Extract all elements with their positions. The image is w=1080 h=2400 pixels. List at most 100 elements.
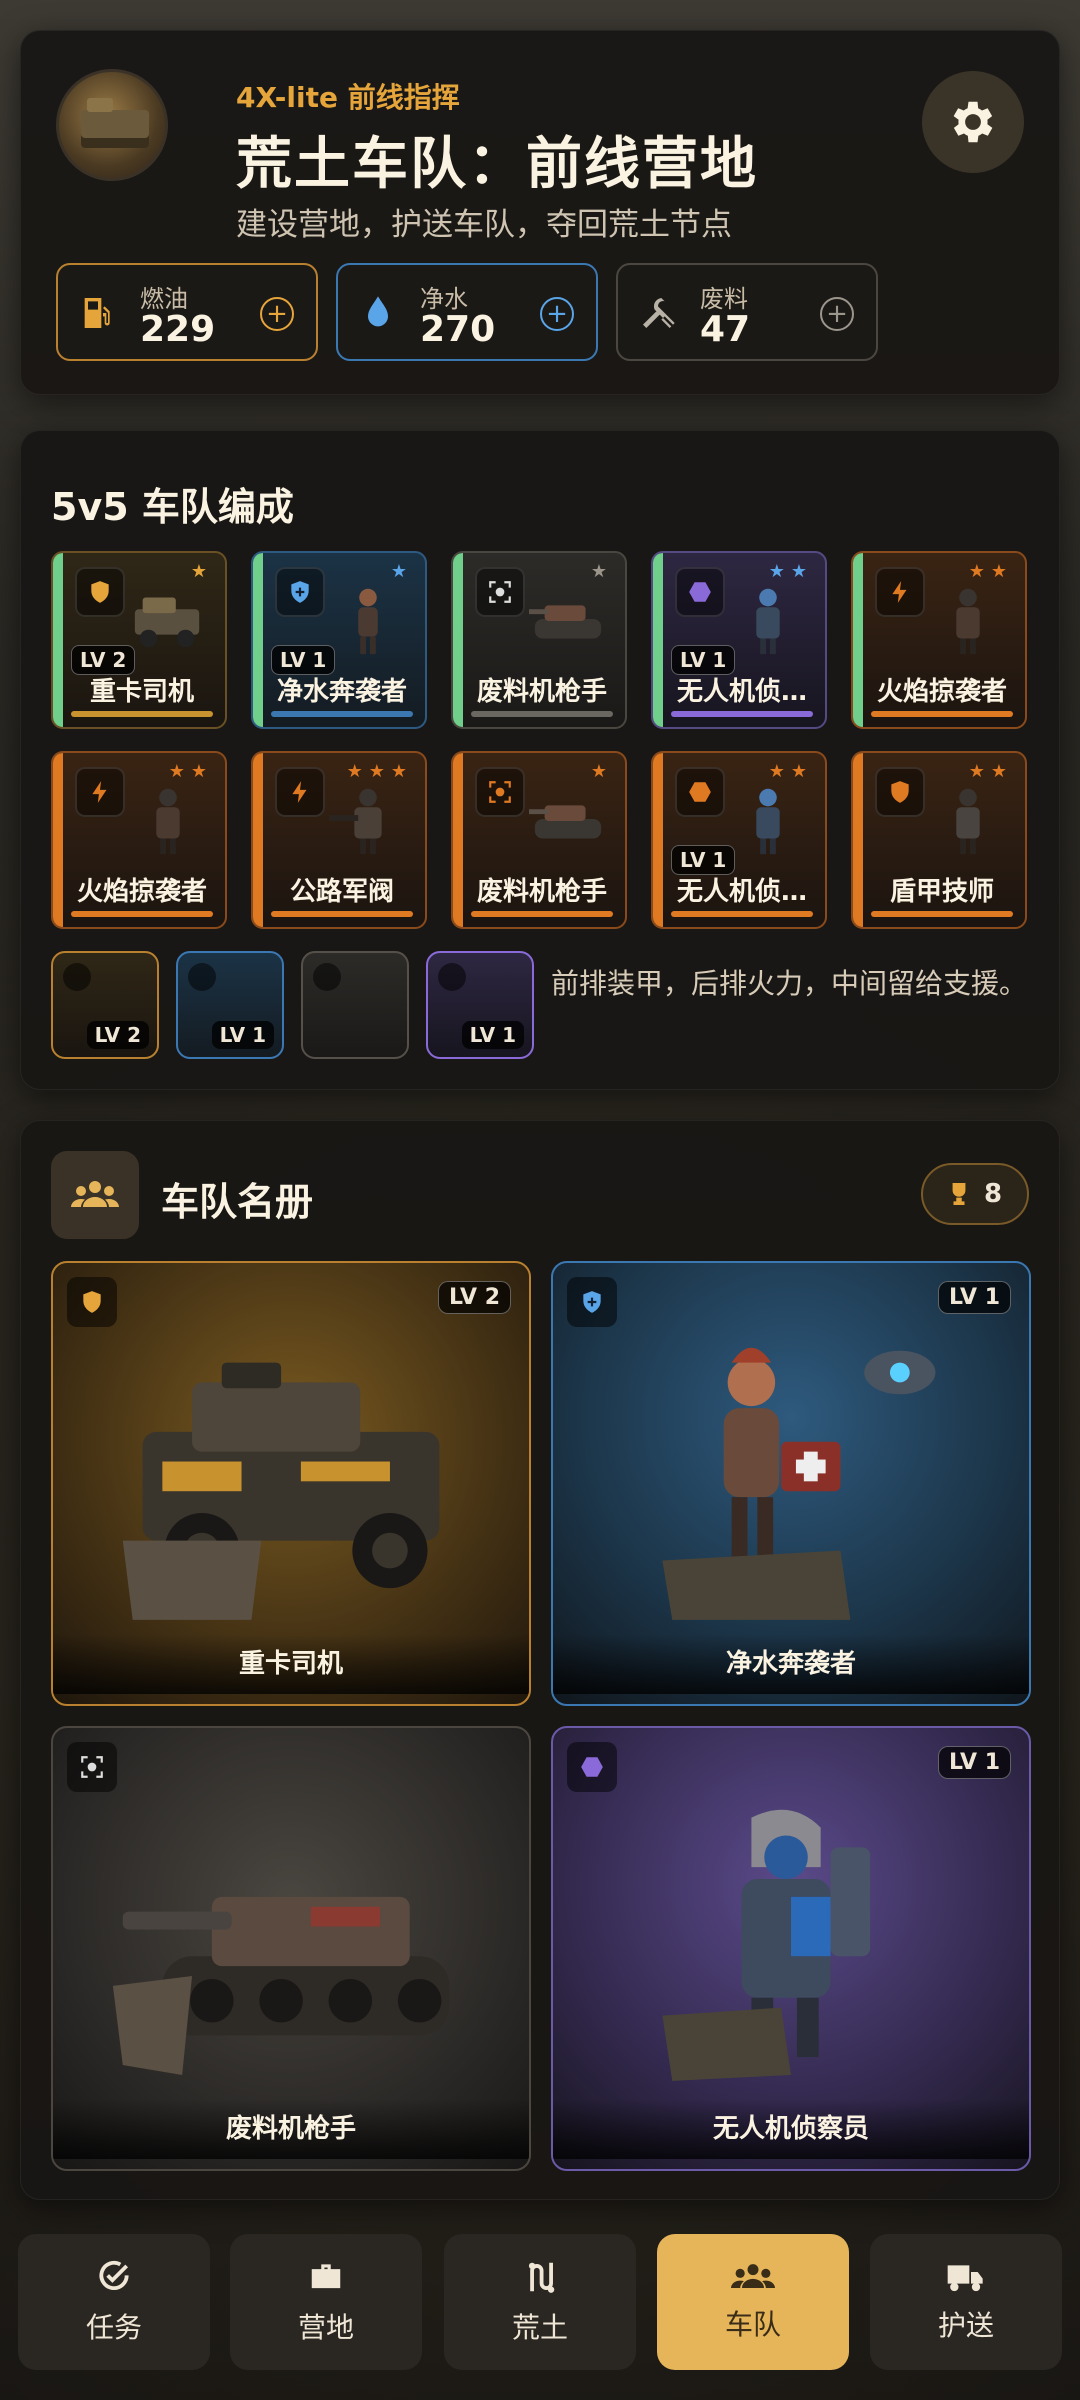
scrap-tank-illustration (112, 1896, 450, 2075)
warlord-unit-icon (329, 788, 382, 855)
shield-icon (67, 1277, 117, 1327)
resource-water[interactable]: 净水 270 + (336, 263, 598, 361)
unit-level: LV 2 (86, 1021, 149, 1049)
flame-raider-unit-icon (956, 588, 980, 655)
shield-plus-icon (188, 963, 216, 991)
bench-slot[interactable] (301, 951, 409, 1059)
add-scrap-button[interactable]: + (820, 297, 854, 331)
raider-unit-icon (358, 588, 378, 655)
hexagon-icon (675, 567, 725, 617)
flame-raider-unit-icon (156, 788, 180, 855)
nav-wasteland[interactable]: 荒土 (444, 2234, 636, 2370)
shield-icon (875, 767, 925, 817)
nav-label: 护送 (937, 2309, 994, 2342)
unit-name: 无人机侦… (676, 877, 807, 907)
formation-title: 5v5 车队编成 (51, 485, 294, 529)
check-circle-icon (99, 2260, 129, 2291)
route-icon (528, 2262, 555, 2293)
roster-card[interactable]: LV 1 无人机侦察员 (551, 1726, 1031, 2171)
tools-icon (643, 298, 675, 328)
water-raider-illustration (662, 1347, 936, 1620)
page-description: 建设营地，护送车队，夺回荒土节点 (236, 207, 732, 243)
bolt-icon (875, 567, 925, 617)
add-water-button[interactable]: + (540, 297, 574, 331)
formation-slot[interactable]: ★★ 火焰掠袭者 (51, 751, 227, 929)
formation-slot[interactable]: ★★ 火焰掠袭者 (851, 551, 1027, 729)
nav-convoy[interactable]: 车队 (657, 2234, 849, 2370)
formation-slot[interactable]: ★ LV 1 净水奔袭者 (251, 551, 427, 729)
unit-name: 废料机枪手 (476, 677, 607, 707)
unit-level: LV 1 (461, 1021, 524, 1049)
fuel-icon (84, 298, 110, 328)
camp-avatar[interactable] (56, 69, 168, 181)
drone-scout-unit-icon (756, 588, 780, 655)
bench-slot[interactable]: LV 2 (51, 951, 159, 1059)
nav-label: 营地 (297, 2311, 354, 2344)
roster-card[interactable]: LV 1 净水奔袭者 (551, 1261, 1031, 1706)
unit-name: 无人机侦察员 (553, 2099, 1029, 2159)
nav-label: 任务 (85, 2311, 142, 2344)
unit-name: 火焰掠袭者 (876, 677, 1007, 707)
hexagon-icon (438, 963, 466, 991)
nav-camp[interactable]: 营地 (230, 2234, 422, 2370)
formation-tip: 前排装甲，后排火力，中间留给支援。 (551, 967, 1028, 1000)
bolt-icon (75, 767, 125, 817)
trophy-badge[interactable]: 8 (921, 1163, 1029, 1225)
formation-panel: 5v5 车队编成 ★ LV 2 重卡司机 ★ LV 1 净水奔袭者 ★ 废料机枪… (20, 430, 1060, 1090)
tank-unit-icon (529, 605, 602, 639)
resource-value: 270 (420, 309, 496, 350)
tank-unit-icon (529, 805, 602, 839)
target-icon (475, 567, 525, 617)
unit-name: 净水奔袭者 (276, 677, 407, 707)
formation-slot[interactable]: ★ 废料机枪手 (451, 751, 627, 929)
nav-tasks[interactable]: 任务 (18, 2234, 210, 2370)
trophy-icon (952, 1183, 966, 1205)
formation-slot[interactable]: ★ 废料机枪手 (451, 551, 627, 729)
unit-level: LV 1 (938, 1281, 1011, 1314)
roster-title: 车队名册 (161, 1180, 314, 1224)
shield-plus-icon (567, 1277, 617, 1327)
shield-icon (63, 963, 91, 991)
team-icon (731, 2264, 775, 2288)
resource-scrap[interactable]: 废料 47 + (616, 263, 878, 361)
roster-card[interactable]: 废料机枪手 (51, 1726, 531, 2171)
water-drop-icon (368, 296, 388, 327)
trophy-count: 8 (983, 1179, 1003, 1209)
team-icon (51, 1151, 139, 1239)
page-title: 荒土车队：前线营地 (236, 132, 758, 197)
formation-slot[interactable]: ★★ LV 1 无人机侦… (651, 751, 827, 929)
unit-level: LV 1 (211, 1021, 274, 1049)
unit-name: 无人机侦… (676, 677, 807, 707)
resource-fuel[interactable]: 燃油 229 + (56, 263, 318, 361)
formation-slot[interactable]: ★★ 盾甲技师 (851, 751, 1027, 929)
target-icon (313, 963, 341, 991)
hexagon-icon (567, 1742, 617, 1792)
gear-icon (953, 101, 993, 143)
unit-name: 盾甲技师 (889, 877, 994, 907)
shield-tech-unit-icon (956, 788, 980, 855)
bench-slot[interactable]: LV 1 (426, 951, 534, 1059)
drone-scout-illustration (662, 1809, 871, 2081)
truck-unit-icon (134, 597, 200, 648)
formation-slot[interactable]: ★★★ 公路军阀 (251, 751, 427, 929)
roster-panel: 车队名册 8 LV 2 重卡司机 LV 1 净水奔袭者 废料机枪手 LV 1 无… (20, 1120, 1060, 2200)
hexagon-icon (675, 767, 725, 817)
unit-name: 公路军阀 (289, 877, 394, 907)
add-fuel-button[interactable]: + (260, 297, 294, 331)
unit-name: 重卡司机 (53, 1634, 529, 1694)
target-icon (67, 1742, 117, 1792)
nav-escort[interactable]: 护送 (870, 2234, 1062, 2370)
unit-name: 废料机枪手 (53, 2099, 529, 2159)
unit-level: LV 1 (938, 1746, 1011, 1779)
bench-slot[interactable]: LV 1 (176, 951, 284, 1059)
roster-card[interactable]: LV 2 重卡司机 (51, 1261, 531, 1706)
game-mode-label: 4X-lite 前线指挥 (236, 81, 460, 114)
drone-scout-unit-icon (756, 788, 780, 855)
formation-slot[interactable]: ★ LV 2 重卡司机 (51, 551, 227, 729)
bottom-nav: 任务 营地 荒土 车队 护送 (0, 2220, 1080, 2400)
nav-label: 荒土 (511, 2311, 568, 2344)
formation-slot[interactable]: ★★ LV 1 无人机侦… (651, 551, 827, 729)
unit-name: 净水奔袭者 (553, 1634, 1029, 1694)
settings-button[interactable] (922, 71, 1024, 173)
header-panel: 4X-lite 前线指挥 荒土车队：前线营地 建设营地，护送车队，夺回荒土节点 … (20, 30, 1060, 395)
